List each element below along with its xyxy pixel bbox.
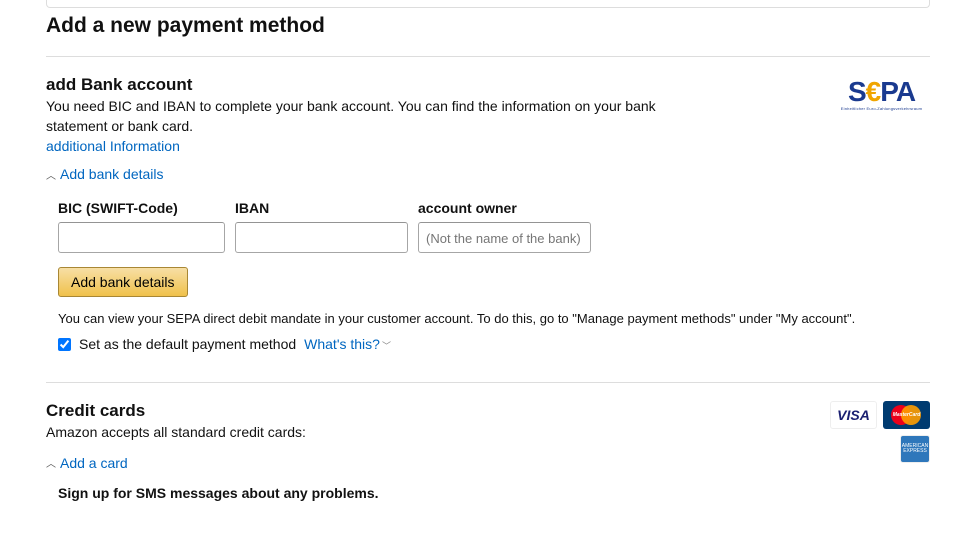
chevron-down-icon: ﹀ [382, 341, 391, 351]
add-bank-details-button[interactable]: Add bank details [58, 267, 188, 297]
bank-account-section: add Bank account You need BIC and IBAN t… [46, 75, 930, 352]
owner-label: account owner [418, 200, 591, 216]
cc-section-desc: Amazon accepts all standard credit cards… [46, 423, 690, 443]
bic-input[interactable] [58, 222, 225, 253]
sepa-tagline: Einheitlicher Euro-Zahlungsverkehrsraum [841, 106, 922, 111]
bank-section-title: add Bank account [46, 75, 713, 95]
chevron-up-icon: ︿ [46, 167, 56, 182]
bank-section-desc: You need BIC and IBAN to complete your b… [46, 97, 713, 136]
default-payment-label: Set as the default payment method [79, 336, 296, 352]
whats-this-link[interactable]: What's this?﹀ [304, 336, 391, 352]
cc-section-title: Credit cards [46, 401, 690, 421]
bank-form: BIC (SWIFT-Code) IBAN account owner [58, 200, 930, 253]
iban-input[interactable] [235, 222, 408, 253]
mandate-note: You can view your SEPA direct debit mand… [58, 311, 930, 326]
cc-logos: VISA MasterCard AMERICAN EXPRESS [830, 401, 930, 463]
add-card-toggle[interactable]: Add a card [60, 455, 128, 471]
default-payment-checkbox[interactable] [58, 338, 71, 351]
divider [46, 56, 930, 57]
chevron-up-icon: ︿ [46, 455, 56, 470]
account-owner-input[interactable] [418, 222, 591, 253]
previous-section-bottom [46, 0, 930, 8]
iban-label: IBAN [235, 200, 408, 216]
visa-logo: VISA [830, 401, 877, 429]
amex-logo: AMERICAN EXPRESS [900, 435, 930, 463]
bic-label: BIC (SWIFT-Code) [58, 200, 225, 216]
sms-note: Sign up for SMS messages about any probl… [58, 485, 690, 501]
divider [46, 382, 930, 383]
page-title: Add a new payment method [46, 14, 930, 38]
credit-cards-section: Credit cards Amazon accepts all standard… [46, 401, 930, 501]
add-bank-details-toggle[interactable]: Add bank details [60, 166, 164, 182]
mastercard-logo: MasterCard [883, 401, 930, 429]
sepa-logo: S€PA Einheitlicher Euro-Zahlungsverkehrs… [833, 75, 930, 113]
additional-info-link[interactable]: additional Information [46, 138, 180, 154]
